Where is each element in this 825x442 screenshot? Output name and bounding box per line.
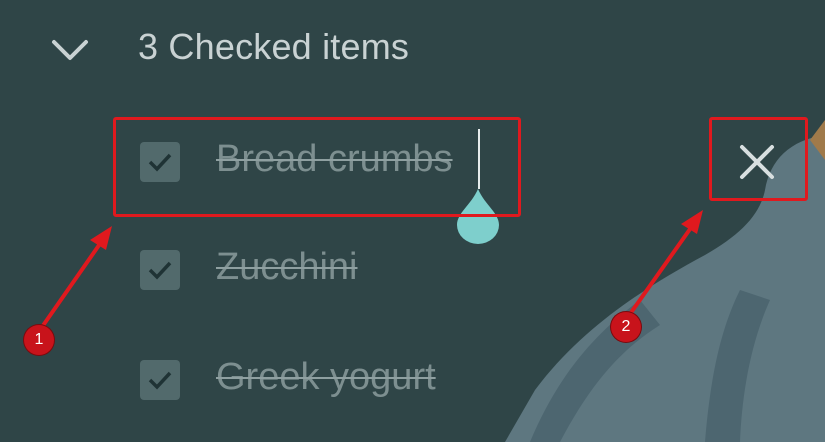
annotation-badge-2: 2 <box>611 312 641 342</box>
annotation-badge-1: 1 <box>24 325 54 355</box>
annotation-arrows <box>40 210 703 329</box>
